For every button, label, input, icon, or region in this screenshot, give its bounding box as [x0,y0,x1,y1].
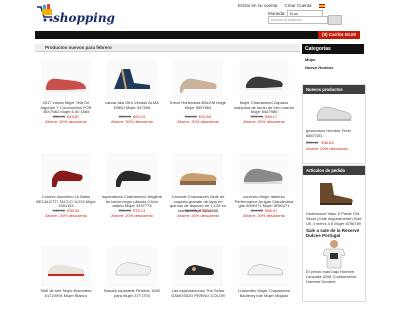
product-discount: Ahorre: 20% descuento [243,119,285,124]
product-card[interactable]: Mujer Chamanned Zapatos mariposa de tacó… [233,53,295,141]
shopping-logo[interactable]: shopping [35,3,115,29]
product-image[interactable] [239,59,289,99]
categories-heading: Categorías [302,44,364,54]
tshirt-icon [322,240,346,269]
category-mujer[interactable]: Mujer [302,54,364,65]
new-product-discount: Ahorre: 20% descuento [306,145,348,151]
product-image[interactable] [173,153,223,193]
best-product-text-2: Sale a sale de la Reserve Dulces Portuga… [306,228,360,239]
product-price [35,302,97,307]
product-discount: Ahorre: 20% descuento [111,119,153,124]
product-price [101,302,163,307]
product-image[interactable] [239,247,289,287]
tshirt-image[interactable] [303,239,365,269]
product-price [233,302,295,307]
main-nav: Inicio Nuevo Hombre Mujer Contactanos (0… [35,31,360,45]
best-sellers-box: Artículos de pedido Underwood Vaso X Par… [302,165,366,302]
product-card[interactable]: concreto Mujer tablerso Performance Arri… [233,147,295,235]
boot-image [320,183,353,205]
product-card[interactable]: Stell de tuer Mujer Brunetere 61720994 M… [35,241,97,329]
best-product-text[interactable]: Underwood Vaso X Partie Old Skool (Cafe … [303,211,365,227]
new-product-name[interactable]: gesecosos Hombre Textil 6867G01 [303,128,365,140]
product-image[interactable] [107,153,157,193]
section-title: Productos nuevos para febrero [35,44,300,52]
product-name[interactable]: 2017 zueda Mujer Tela De Algodón Y Cordo… [35,100,97,115]
product-image[interactable] [41,247,91,287]
product-name[interactable]: Mujer Chamanned Zapatos mariposa de tacó… [233,100,295,115]
product-card[interactable]: 2017 zueda Mujer Tela De Algodón Y Cordo… [35,53,97,141]
account-links: Entrar en su cuenta Crear Cuenta [238,3,331,8]
product-card[interactable]: espontánea Chamanned Jengibre de tacón n… [101,147,163,235]
header: shopping Entrar en su cuenta Crear Cuent… [0,0,400,30]
product-discount: Ahorre: 20% descuento [111,213,153,218]
product-discount: Ahorre: 20% descuento [45,119,87,124]
new-products-box: Nuevos productos gesecosos Hombre Textil… [302,84,366,164]
product-name[interactable]: calzas aka Otro Vestido ALMA EBBO Mujer … [101,100,163,110]
new-product-old-price: €55.46 [306,139,319,145]
product-card[interactable]: calzas aka Otro Vestido ALMA EBBO Mujer … [101,53,163,141]
new-product-image[interactable] [303,94,365,128]
product-name[interactable]: Las espectaciones The Sellar GAMOSIDO PE… [167,288,229,298]
product-image[interactable] [41,59,91,99]
product-image[interactable] [107,59,157,99]
product-card[interactable]: Las espectaciones The Sellar GAMOSIDO PE… [167,241,229,329]
product-card[interactable]: Bandía reparable Pinkitus 1830 para Muje… [101,241,163,329]
product-discount: Ahorre: 20% descuento [45,213,87,218]
product-card[interactable]: Lhaneditiv Mujer Chaussures Baulenty tol… [233,241,295,329]
best-product-text-3: El precio más bajo Hombre Lanzada 3206 C… [306,269,357,284]
product-name[interactable]: espontánea Chamanned Jengibre de tacón n… [101,194,163,209]
product-discount: Ahorre: 20% descuento [243,213,285,218]
logo-text: shopping [53,11,115,25]
sidebar: Categorías Mujer Nuevo Hombre Nuevos pro… [302,44,366,302]
product-discount: Ahorre: 20% descuento [177,213,219,218]
new-products-heading: Nuevos productos [303,85,365,94]
product-name[interactable]: Bandía reparable Pinkitus 1830 para Muje… [101,288,163,298]
new-product-sale-price: €36.63 [321,139,334,145]
product-card[interactable]: Ereck Hortensias BALEM heige Mujer 55576… [167,53,229,141]
product-image[interactable] [107,247,157,287]
product-image[interactable] [41,153,91,193]
category-nuevo-hombre[interactable]: Nuevo Hombre [302,65,364,73]
best-sellers-heading: Artículos de pedido [303,166,365,175]
product-price [167,302,229,307]
cart-button[interactable]: (0) Carrito €0.00 [317,31,360,39]
product-name[interactable]: Colores dulcísimo Le Bales BECALETTI TAC… [35,194,97,209]
product-listing: Productos nuevos para febrero 2017 zueda… [35,44,300,300]
cart-logo-icon [37,4,53,22]
best-product-image[interactable] [303,175,365,211]
product-card[interactable]: Camode Chaussures Mule de vaqueta granat… [167,147,229,235]
product-image[interactable] [173,59,223,99]
enter-account-link[interactable]: Entrar en su cuenta [238,3,277,8]
product-image[interactable] [239,153,289,193]
sneaker-image [316,106,352,121]
product-name[interactable]: concreto Mujer tablerso Performance Arri… [233,194,295,209]
product-card[interactable]: Colores dulcísimo Le Bales BECALETTI TAC… [35,147,97,235]
product-discount: Ahorre: 20% descuento [177,119,219,124]
product-name[interactable]: Lhaneditiv Mujer Chaussures Baulenty tol… [233,288,295,298]
spain-flag-icon[interactable] [318,3,325,8]
search-input[interactable]: buscar búsqueda [268,16,328,24]
search-button[interactable] [328,15,342,25]
product-image[interactable] [173,247,223,287]
create-account-link[interactable]: Crear Cuenta [285,3,312,8]
product-name[interactable]: Ereck Hortensias BALEM heige Mujer 55576… [167,100,229,110]
product-name[interactable]: Stell de tuer Mujer Brunetere 61720994 M… [35,288,97,298]
